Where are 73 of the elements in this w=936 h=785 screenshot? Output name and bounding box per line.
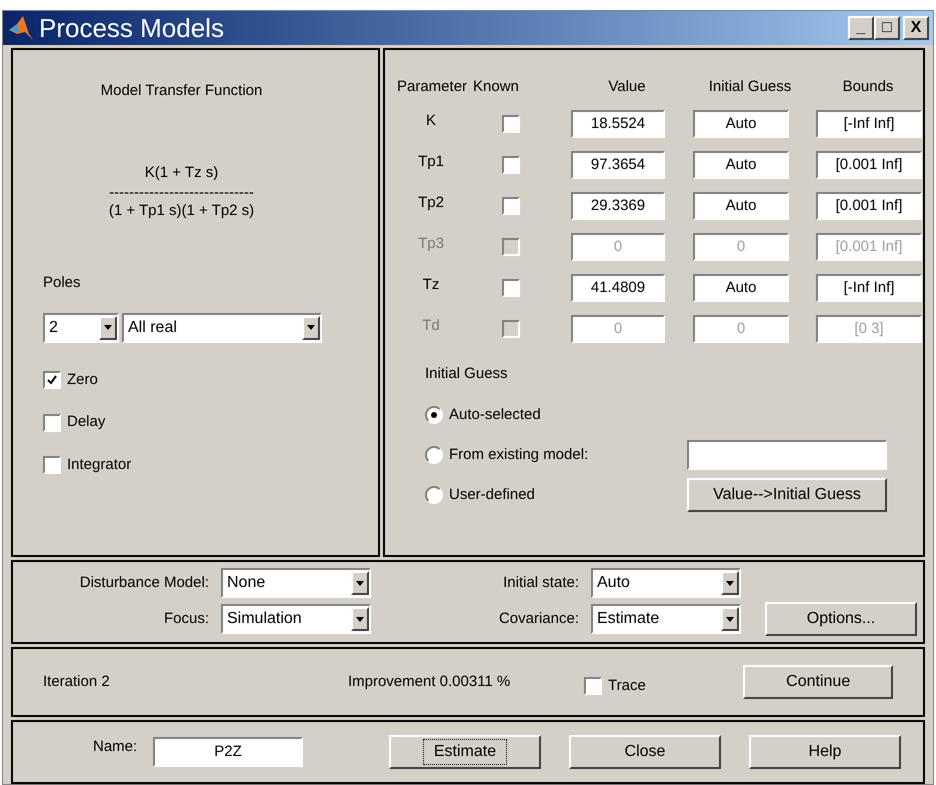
checkbox[interactable] bbox=[502, 279, 520, 298]
bounds-field[interactable]: [-Inf Inf] bbox=[816, 110, 922, 138]
field-label: Disturbance Model: bbox=[78, 573, 210, 594]
field-label: Covariance: bbox=[498, 609, 580, 630]
numerator: K(1 + Tz s) bbox=[144, 163, 220, 184]
field-label: Initial state: bbox=[502, 573, 580, 594]
improvement-text: Improvement 0.00311 % bbox=[348, 672, 512, 692]
checkbox[interactable] bbox=[43, 456, 61, 474]
poles-label: Poles bbox=[43, 273, 82, 294]
initial-guess-field[interactable]: Auto bbox=[693, 151, 789, 180]
column-header: Initial Guess bbox=[708, 76, 792, 97]
radio-label: User-defined bbox=[449, 484, 536, 505]
section-title: Initial Guess bbox=[425, 364, 509, 384]
initial-state-dropdown[interactable]: Auto bbox=[591, 568, 741, 598]
model-name-field[interactable] bbox=[687, 440, 887, 470]
checkbox[interactable] bbox=[502, 197, 520, 216]
bounds-field[interactable]: [0.001 Inf] bbox=[816, 192, 922, 220]
checkbox[interactable] bbox=[502, 156, 520, 174]
parameter-name: Tp2 bbox=[417, 193, 445, 214]
column-header: Value bbox=[607, 76, 647, 97]
field-label: Focus: bbox=[162, 609, 210, 630]
window-control-button[interactable]: _ bbox=[848, 16, 874, 40]
parameter-name: K bbox=[424, 111, 437, 132]
checkbox-label: Integrator bbox=[67, 454, 132, 475]
focus-dropdown[interactable]: Simulation bbox=[221, 604, 371, 634]
name-field[interactable]: P2Z bbox=[153, 737, 303, 768]
fraction-line-text: ----------------------------- bbox=[108, 184, 255, 200]
push-button[interactable]: Help bbox=[749, 735, 901, 770]
window-control-button[interactable]: X bbox=[903, 16, 929, 40]
initial-guess-field[interactable]: Auto bbox=[693, 110, 789, 138]
poles-type-dropdown[interactable]: All real bbox=[122, 312, 322, 343]
parameter-name: Td bbox=[421, 316, 441, 336]
value-field[interactable]: 97.3654 bbox=[571, 151, 665, 180]
covariance-dropdown[interactable]: Estimate bbox=[591, 604, 741, 634]
checkbox[interactable] bbox=[502, 115, 520, 134]
bounds-field[interactable]: [0.001 Inf] bbox=[816, 151, 922, 180]
bounds-field[interactable]: [-Inf Inf] bbox=[816, 274, 922, 302]
checkbox[interactable] bbox=[43, 371, 61, 390]
checkbox[interactable] bbox=[43, 414, 61, 432]
checkbox-label: Trace bbox=[608, 676, 646, 696]
value-field[interactable]: 41.4809 bbox=[571, 274, 665, 302]
window-control-button[interactable]: □ bbox=[874, 16, 900, 40]
column-header: Bounds bbox=[842, 76, 894, 97]
check-icon bbox=[46, 374, 58, 386]
parameter-name: Tp1 bbox=[417, 152, 445, 172]
radio-button[interactable] bbox=[425, 446, 443, 464]
denominator: (1 + Tp1 s)(1 + Tp2 s) bbox=[108, 200, 256, 221]
push-button[interactable]: Value-->Initial Guess bbox=[687, 478, 887, 512]
parameter-name: Tz bbox=[422, 275, 440, 296]
parameter-name: Tp3 bbox=[417, 234, 445, 254]
radio-label: From existing model: bbox=[449, 444, 590, 465]
radio-label: Auto-selected bbox=[449, 404, 542, 425]
radio-button[interactable] bbox=[425, 486, 443, 504]
initial-guess-field[interactable]: Auto bbox=[693, 274, 789, 302]
disturbance-dropdown[interactable]: None bbox=[221, 568, 371, 598]
push-button[interactable]: Close bbox=[569, 735, 721, 770]
push-button[interactable]: Options... bbox=[765, 602, 917, 636]
push-button[interactable]: Estimate bbox=[389, 735, 541, 770]
checkbox-label: Delay bbox=[67, 412, 106, 432]
checkbox[interactable] bbox=[584, 677, 602, 696]
value-field[interactable]: 29.3369 bbox=[571, 192, 665, 220]
radio-button[interactable] bbox=[425, 406, 443, 424]
panel-title: Model Transfer Function bbox=[100, 80, 264, 101]
name-label: Name: bbox=[93, 737, 138, 758]
window-title: Process Models bbox=[39, 14, 225, 41]
poles-count-dropdown[interactable]: 2 bbox=[43, 312, 119, 343]
checkbox-label: Zero bbox=[67, 370, 98, 390]
iteration-text: Iteration 2 bbox=[43, 672, 111, 692]
column-header: Parameter bbox=[397, 76, 468, 97]
push-button[interactable]: Continue bbox=[743, 665, 893, 700]
initial-guess-field[interactable]: Auto bbox=[693, 192, 789, 220]
value-field[interactable]: 18.5524 bbox=[571, 110, 665, 138]
column-header: Known bbox=[473, 76, 520, 97]
